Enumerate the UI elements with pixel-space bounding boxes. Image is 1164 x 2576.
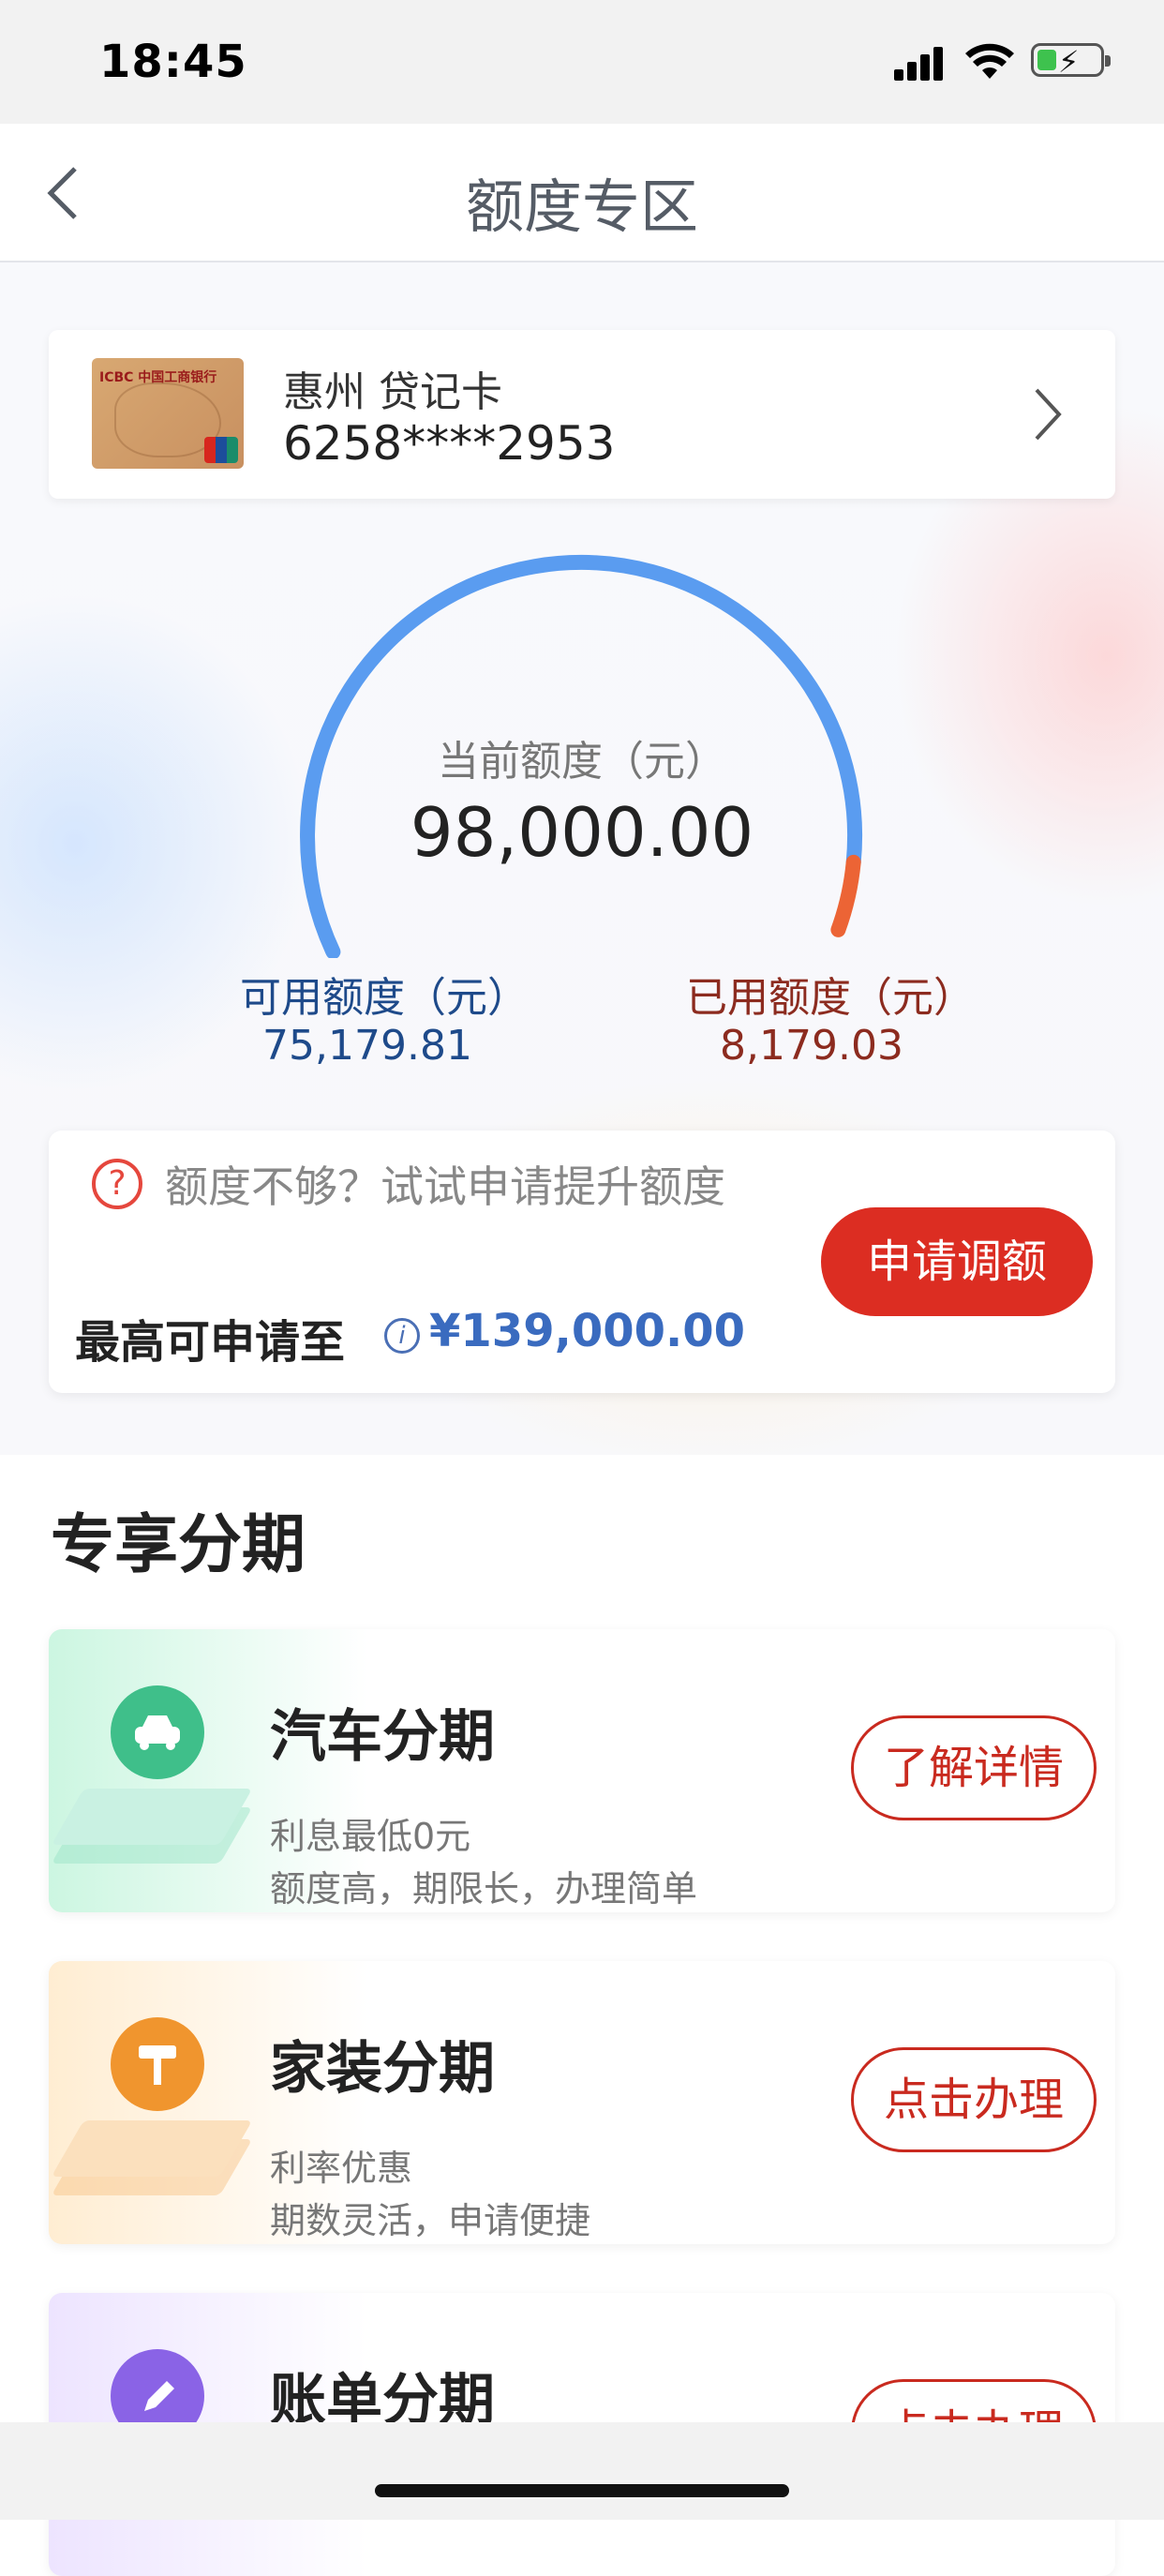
promo-subtitle: 利率优惠 bbox=[270, 2148, 413, 2189]
current-limit-label: 当前额度（元） bbox=[438, 738, 726, 786]
card-name: 惠州 贷记卡 bbox=[283, 368, 502, 416]
promo-card-home[interactable]: 家装分期 利率优惠 期数灵活，申请便捷 点击办理 bbox=[49, 1961, 1115, 2244]
cellular-signal-icon bbox=[894, 47, 947, 81]
home-indicator[interactable] bbox=[375, 2484, 789, 2497]
gauge-arc-used bbox=[830, 854, 861, 937]
card-image: ICBC 中国工商银行 bbox=[92, 358, 244, 469]
promo-card-car[interactable]: 汽车分期 利息最低0元 额度高，期限长，办理简单 了解详情 bbox=[49, 1629, 1115, 1912]
card-selector[interactable]: ICBC 中国工商银行 惠州 贷记卡 6258****2953 bbox=[49, 330, 1115, 499]
promo-description: 期数灵活，申请便捷 bbox=[270, 2200, 591, 2241]
current-limit-value: 98,000.00 bbox=[410, 793, 754, 872]
limit-increase-panel: ? 额度不够？试试申请提升额度 最高可申请至 i ¥139,000.00 申请调… bbox=[49, 1131, 1115, 1393]
home-bar-area bbox=[0, 2422, 1164, 2520]
page-title: 额度专区 bbox=[465, 172, 698, 241]
used-limit-value: 8,179.03 bbox=[720, 1022, 903, 1070]
chevron-right-icon bbox=[1035, 388, 1062, 441]
question-icon: ? bbox=[92, 1159, 142, 1209]
max-limit-value: ¥139,000.00 bbox=[429, 1305, 746, 1357]
promo-title: 汽车分期 bbox=[270, 1704, 495, 1770]
wifi-icon bbox=[965, 43, 1014, 79]
promo-description: 额度高，期限长，办理简单 bbox=[270, 1868, 698, 1910]
car-icon bbox=[111, 1685, 204, 1779]
paint-roller-icon bbox=[111, 2017, 204, 2111]
available-limit-value: 75,179.81 bbox=[262, 1022, 472, 1070]
limit-increase-prompt: 额度不够？试试申请提升额度 bbox=[165, 1161, 725, 1212]
info-icon[interactable]: i bbox=[384, 1318, 420, 1354]
apply-adjust-button[interactable]: 申请调额 bbox=[821, 1207, 1093, 1316]
battery-icon: ⚡ bbox=[1031, 43, 1111, 80]
used-limit-label: 已用额度（元） bbox=[686, 974, 975, 1022]
status-bar: 18:45 ⚡ bbox=[0, 0, 1164, 124]
max-limit-label: 最高可申请至 bbox=[75, 1316, 346, 1369]
card-number: 6258****2953 bbox=[283, 416, 616, 471]
unionpay-logo bbox=[204, 437, 238, 463]
promo-title: 家装分期 bbox=[270, 2036, 495, 2102]
status-time: 18:45 bbox=[99, 36, 247, 88]
available-limit-label: 可用额度（元） bbox=[240, 974, 529, 1022]
learn-more-button[interactable]: 了解详情 bbox=[851, 1715, 1097, 1820]
apply-now-button[interactable]: 点击办理 bbox=[851, 2047, 1097, 2152]
section-title: 专享分期 bbox=[51, 1508, 306, 1582]
promo-subtitle: 利息最低0元 bbox=[270, 1816, 471, 1857]
nav-bar: 额度专区 bbox=[0, 124, 1164, 262]
